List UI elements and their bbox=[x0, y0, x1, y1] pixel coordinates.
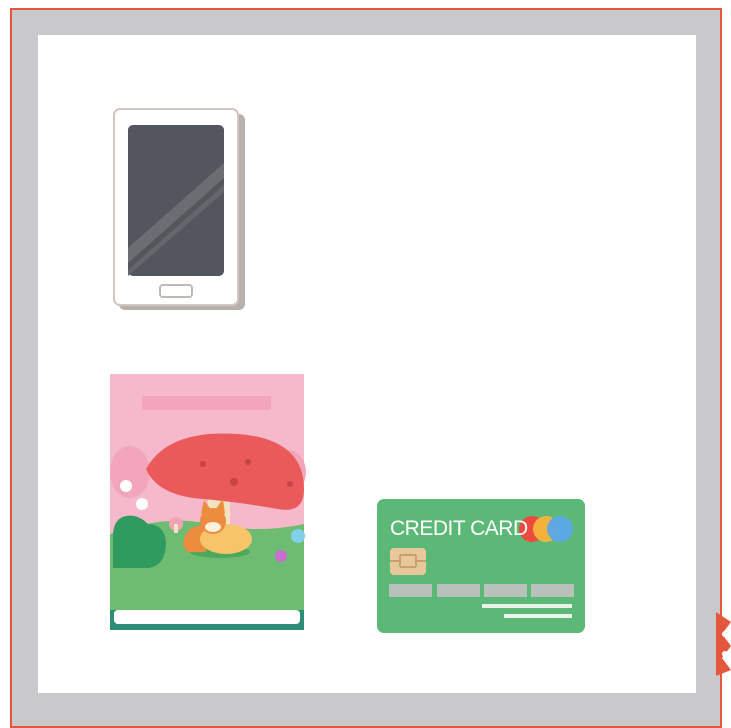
book-title-bar bbox=[142, 396, 271, 410]
card-holder-line bbox=[482, 604, 572, 608]
smartphone-item[interactable] bbox=[113, 108, 247, 312]
cap-spot bbox=[287, 481, 293, 487]
card-number-block bbox=[437, 584, 480, 597]
cover-flower bbox=[120, 480, 132, 492]
card-logo-circle-blue bbox=[547, 516, 573, 542]
cover-small-mushroom bbox=[291, 529, 305, 543]
card-number-block bbox=[389, 584, 432, 597]
home-button bbox=[159, 284, 193, 298]
storybook-item[interactable] bbox=[108, 374, 306, 631]
cover-flower bbox=[136, 498, 148, 510]
card-expiry-line bbox=[504, 614, 572, 618]
cover-small-mushroom bbox=[275, 550, 287, 562]
corner-ribbon-icon bbox=[716, 612, 731, 676]
cap-spot bbox=[245, 459, 251, 465]
card-label: CREDIT CARD bbox=[390, 517, 528, 540]
book-pages bbox=[114, 610, 300, 624]
cap-spot bbox=[230, 478, 238, 486]
card-number-block bbox=[484, 584, 527, 597]
fox-muzzle bbox=[205, 522, 221, 532]
small-mushroom-stem bbox=[174, 524, 178, 533]
cap-spot bbox=[200, 461, 206, 467]
card-number-block bbox=[531, 584, 574, 597]
